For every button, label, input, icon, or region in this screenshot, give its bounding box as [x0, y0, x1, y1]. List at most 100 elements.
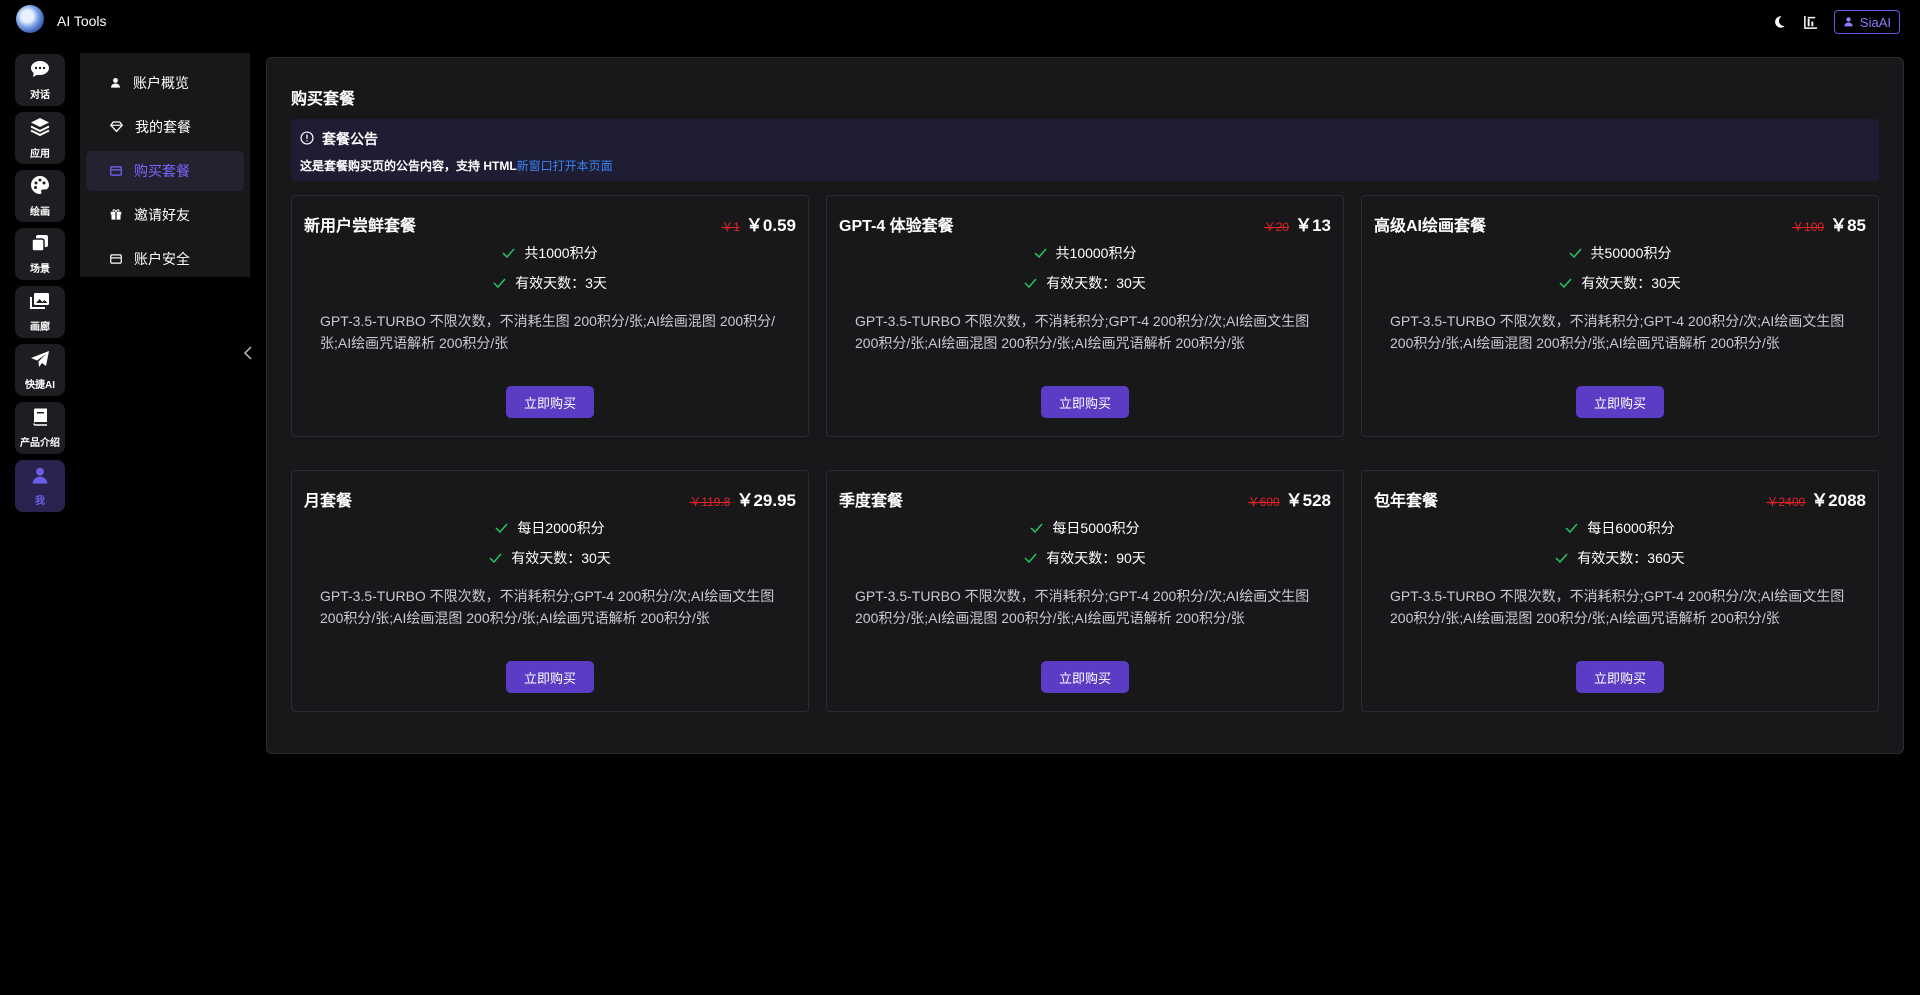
feature-text: 有效天数：3天: [515, 275, 607, 291]
check-icon: [1024, 275, 1037, 291]
check-icon: [1024, 550, 1037, 566]
feature-item: 每日6000积分: [1565, 518, 1675, 538]
package-card: 包年套餐 ￥2400 ￥2088 每日6000积分 有效天数：360天 GPT-…: [1361, 470, 1879, 712]
feature-item: 有效天数：30天: [1024, 273, 1146, 293]
feature-text: 共50000积分: [1590, 245, 1672, 261]
package-description: GPT-3.5-TURBO 不限次数，不消耗积分;GPT-4 200积分/次;A…: [320, 588, 775, 626]
rail-label: 绘画: [30, 206, 50, 218]
rail-item-chat[interactable]: 对话: [15, 54, 65, 106]
submenu-item-invite[interactable]: 邀请好友: [86, 195, 244, 235]
gift-icon: [110, 207, 122, 223]
submenu-label: 账户概览: [133, 75, 189, 91]
package-description: GPT-3.5-TURBO 不限次数，不消耗积分;GPT-4 200积分/次;A…: [855, 313, 1310, 351]
submenu-item-buy-plan[interactable]: 购买套餐: [86, 151, 244, 191]
feature-item: 每日5000积分: [1030, 518, 1140, 538]
feature-item: 共1000积分: [502, 243, 598, 263]
rail-item-me[interactable]: 我: [15, 460, 65, 512]
buy-now-button[interactable]: 立即购买: [1041, 386, 1129, 418]
feature-list: 每日2000积分 有效天数：30天: [292, 518, 808, 568]
submenu-item-overview[interactable]: 账户概览: [86, 63, 244, 103]
rail-label: 快捷AI: [25, 379, 55, 391]
package-card: 新用户尝鲜套餐 ￥1 ￥0.59 共1000积分 有效天数：3天 GPT-3.5…: [291, 195, 809, 437]
rail-item-apps[interactable]: 应用: [15, 112, 65, 164]
moon-icon[interactable]: [1770, 13, 1788, 31]
package-price: ￥2400 ￥2088: [1766, 486, 1866, 511]
package-grid: 新用户尝鲜套餐 ￥1 ￥0.59 共1000积分 有效天数：3天 GPT-3.5…: [291, 195, 1879, 712]
icon-rail: 对话 应用 绘画 场景 画廊 快捷AI 产品介绍 我: [15, 54, 65, 518]
package-name: 新用户尝鲜套餐: [304, 218, 417, 235]
package-card: 月套餐 ￥119.8 ￥29.95 每日2000积分 有效天数：30天 GPT-…: [291, 470, 809, 712]
rail-item-gallery[interactable]: 画廊: [15, 286, 65, 338]
rail-label: 应用: [30, 148, 50, 160]
buy-now-button[interactable]: 立即购买: [1041, 661, 1129, 693]
feature-item: 有效天数：360天: [1555, 548, 1685, 568]
feature-item: 有效天数：90天: [1024, 548, 1146, 568]
rail-label: 场景: [30, 263, 50, 275]
submenu-item-security[interactable]: 账户安全: [86, 239, 244, 279]
feature-list: 每日6000积分 有效天数：360天: [1362, 518, 1878, 568]
sale-price: ￥528: [1285, 491, 1331, 510]
check-icon: [502, 245, 515, 261]
feature-text: 有效天数：30天: [511, 550, 611, 566]
send-icon: [30, 350, 50, 373]
rail-item-quick-ai[interactable]: 快捷AI: [15, 344, 65, 396]
layers-icon: [30, 117, 50, 142]
rail-label: 对话: [30, 89, 50, 101]
user-label: SiaAI: [1859, 14, 1891, 30]
notice-open-link[interactable]: 新窗口打开本页面: [517, 159, 613, 173]
card-icon: [110, 163, 122, 179]
chart-icon[interactable]: [1802, 13, 1820, 31]
feature-item: 共50000积分: [1569, 243, 1672, 263]
feature-text: 有效天数：30天: [1581, 275, 1681, 291]
feature-item: 共10000积分: [1034, 243, 1136, 263]
package-name: 高级AI绘画套餐: [1374, 218, 1487, 235]
package-price: ￥1 ￥0.59: [721, 211, 796, 236]
user-button[interactable]: SiaAI: [1833, 10, 1900, 34]
feature-text: 有效天数：360天: [1577, 550, 1685, 566]
gallery-icon: [30, 292, 50, 315]
package-price: ￥600 ￥528: [1248, 486, 1331, 511]
chevron-left-icon: [243, 346, 253, 365]
package-name: GPT-4 体验套餐: [839, 218, 954, 235]
card-icon: [110, 251, 122, 267]
feature-list: 共1000积分 有效天数：3天: [292, 243, 808, 293]
check-icon: [1030, 520, 1043, 536]
app-logo: [16, 5, 44, 33]
feature-item: 有效天数：3天: [493, 273, 607, 293]
feature-item: 有效天数：30天: [489, 548, 611, 568]
feature-text: 有效天数：90天: [1046, 550, 1146, 566]
package-name: 季度套餐: [839, 493, 904, 510]
submenu-label: 我的套餐: [135, 119, 191, 135]
rail-item-draw[interactable]: 绘画: [15, 170, 65, 222]
package-card: GPT-4 体验套餐 ￥20 ￥13 共10000积分 有效天数：30天 GPT…: [826, 195, 1344, 437]
buy-now-button[interactable]: 立即购买: [1576, 386, 1664, 418]
rail-item-scenes[interactable]: 场景: [15, 228, 65, 280]
buy-now-button[interactable]: 立即购买: [506, 661, 594, 693]
package-description: GPT-3.5-TURBO 不限次数，不消耗生图 200积分/张;AI绘画混图 …: [320, 313, 776, 351]
sale-price: ￥0.59: [745, 216, 796, 235]
palette-icon: [30, 175, 50, 200]
app-title: AI Tools: [57, 13, 107, 29]
sale-price: ￥29.95: [736, 491, 796, 510]
user-icon: [1843, 15, 1854, 30]
package-description: GPT-3.5-TURBO 不限次数，不消耗积分;GPT-4 200积分/次;A…: [1390, 588, 1845, 626]
submenu-label: 账户安全: [134, 251, 190, 267]
check-icon: [495, 520, 508, 536]
package-name: 包年套餐: [1374, 493, 1439, 510]
collapse-sidebar-button[interactable]: [243, 345, 257, 365]
user-icon: [31, 466, 49, 489]
check-icon: [1565, 520, 1578, 536]
package-description: GPT-3.5-TURBO 不限次数，不消耗积分;GPT-4 200积分/次;A…: [855, 588, 1310, 626]
original-price: ￥600: [1247, 495, 1280, 509]
info-icon: [300, 130, 314, 148]
main-panel: 购买套餐 套餐公告 这是套餐购买页的公告内容，支持 HTML新窗口打开本页面 新…: [266, 57, 1904, 754]
buy-now-button[interactable]: 立即购买: [1576, 661, 1664, 693]
feature-list: 每日5000积分 有效天数：90天: [827, 518, 1343, 568]
check-icon: [1034, 245, 1047, 261]
account-submenu: 账户概览 我的套餐 购买套餐 邀请好友 账户安全: [80, 53, 250, 277]
buy-now-button[interactable]: 立即购买: [506, 386, 594, 418]
submenu-item-my-plan[interactable]: 我的套餐: [86, 107, 244, 147]
rail-item-product[interactable]: 产品介绍: [15, 402, 65, 454]
rail-label: 产品介绍: [20, 437, 60, 449]
notice-text: 这是套餐购买页的公告内容，支持 HTML: [300, 159, 517, 173]
